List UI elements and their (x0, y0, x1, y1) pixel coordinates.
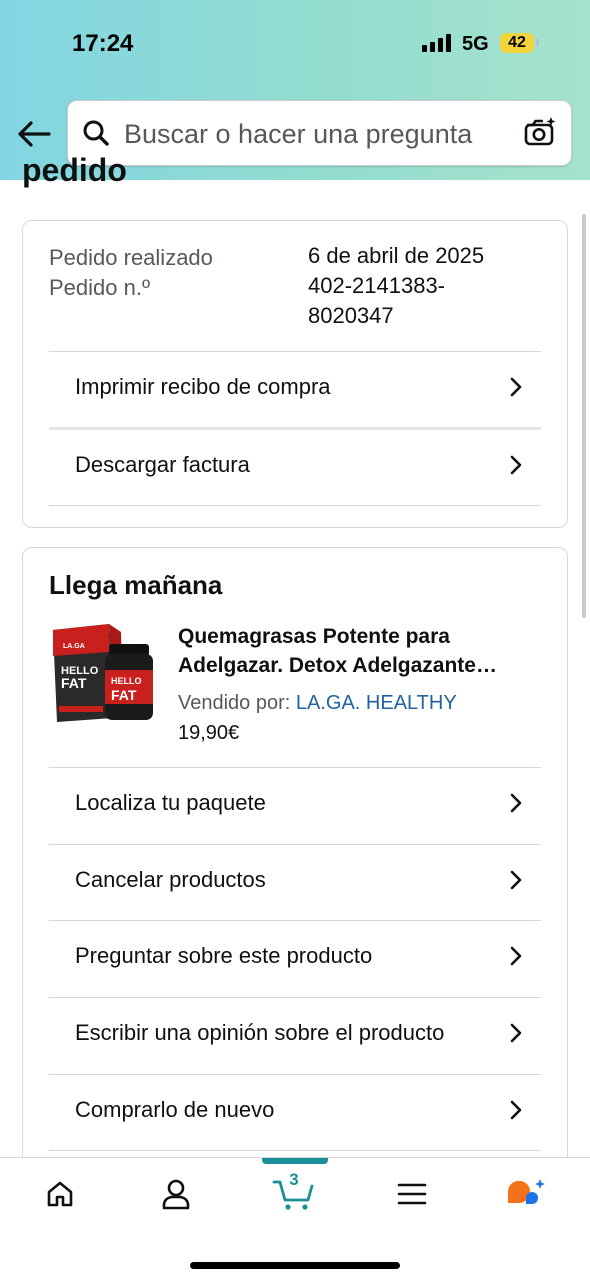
ask-product-label: Preguntar sobre este producto (75, 943, 373, 968)
camera-search-icon[interactable] (523, 116, 557, 148)
download-invoice-label: Descargar factura (75, 452, 250, 477)
battery-tip (536, 39, 539, 47)
buy-again-label: Comprarlo de nuevo (75, 1097, 275, 1122)
seller-link[interactable]: LA.GA. HEALTHY (296, 692, 457, 714)
product-image[interactable]: LA.GA HELLO FAT HELLO FAT (49, 622, 159, 726)
signal-icon (422, 34, 451, 52)
nav-account[interactable] (146, 1174, 206, 1214)
home-indicator (190, 1262, 400, 1269)
cancel-items-label: Cancelar productos (75, 867, 266, 892)
order-info-card: Pedido realizado 6 de abril de 2025 Pedi… (22, 220, 568, 528)
account-icon (162, 1179, 190, 1210)
sold-by-label: Vendido por: (178, 692, 291, 714)
rufus-icon (508, 1179, 545, 1204)
delivery-status-title: Llega mañana (49, 570, 223, 600)
order-number-label: Pedido n.º (49, 275, 150, 300)
scrollbar[interactable] (582, 214, 586, 618)
home-icon (47, 1181, 73, 1207)
chevron-right-icon (510, 455, 522, 475)
page-title: pedido (22, 152, 127, 188)
search-bar[interactable] (67, 100, 572, 166)
track-package-label: Localiza tu paquete (75, 790, 266, 815)
print-receipt-row[interactable]: Imprimir recibo de compra (23, 349, 541, 425)
product-brand-text: LA.GA (63, 643, 85, 650)
chevron-right-icon (510, 793, 522, 813)
search-icon (83, 120, 109, 146)
nav-cart[interactable]: 3 (264, 1170, 324, 1214)
nav-active-indicator (262, 1158, 328, 1164)
order-date-value: 6 de abril de 2025 (308, 243, 485, 268)
nav-home[interactable] (30, 1174, 90, 1214)
track-package-row[interactable]: Localiza tu paquete (23, 765, 541, 841)
buy-again-row[interactable]: Comprarlo de nuevo (23, 1072, 541, 1148)
shipment-card: Llega mañana LA.GA HELLO FAT HELLO FAT Q… (22, 547, 568, 1189)
seller-line: Vendido por: LA.GA. HEALTHY (178, 692, 457, 715)
ask-product-row[interactable]: Preguntar sobre este producto (23, 918, 541, 994)
product-price: 19,90€ (178, 722, 240, 744)
nav-rufus[interactable] (496, 1174, 556, 1214)
product-box-text-2: FAT (61, 675, 87, 691)
menu-icon (397, 1183, 427, 1205)
search-input[interactable] (122, 111, 516, 157)
product-bottle-text-2: FAT (111, 687, 137, 703)
write-review-label: Escribir una opinión sobre el producto (75, 1020, 445, 1045)
chevron-right-icon (510, 870, 522, 890)
back-arrow-icon (18, 121, 51, 147)
order-date-label: Pedido realizado (49, 245, 213, 270)
cart-count-badge: 3 (289, 1170, 299, 1189)
divider (49, 505, 541, 506)
product-title-link[interactable]: Quemagrasas Potente para Adelgazar. Deto… (178, 622, 548, 680)
write-review-row[interactable]: Escribir una opinión sobre el producto (23, 995, 541, 1071)
battery-icon: 42 (500, 33, 534, 53)
print-receipt-label: Imprimir recibo de compra (75, 374, 331, 399)
chevron-right-icon (510, 377, 522, 397)
network-type: 5G (462, 33, 489, 55)
divider (49, 1150, 541, 1151)
status-time: 17:24 (72, 30, 134, 57)
chevron-right-icon (510, 1100, 522, 1120)
chevron-right-icon (510, 946, 522, 966)
nav-menu[interactable] (382, 1174, 442, 1214)
order-number-value: 402-2141383-8020347 (308, 273, 446, 328)
download-invoice-row[interactable]: Descargar factura (23, 427, 541, 503)
chevron-right-icon (510, 1023, 522, 1043)
product-bottle-text-1: HELLO (111, 676, 142, 686)
cancel-items-row[interactable]: Cancelar productos (23, 842, 541, 918)
back-button[interactable] (14, 114, 54, 154)
